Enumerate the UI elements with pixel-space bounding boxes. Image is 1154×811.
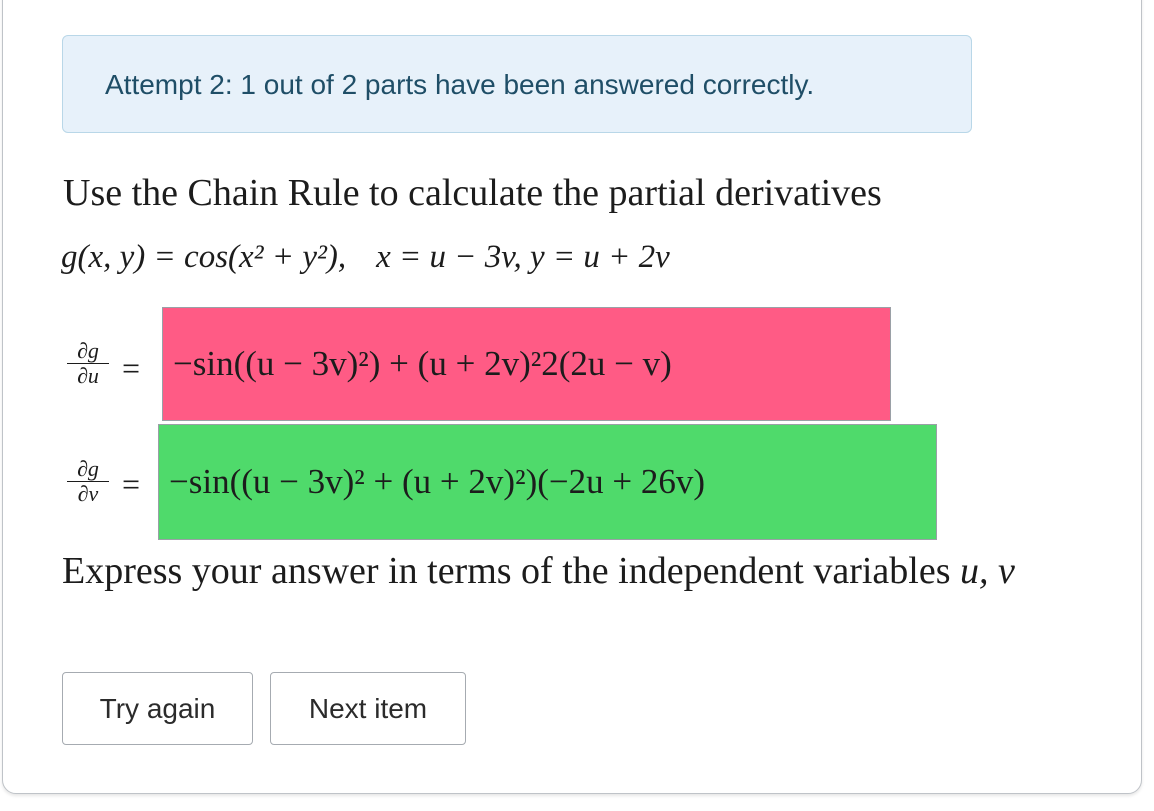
try-again-button[interactable]: Try again	[62, 672, 253, 745]
answer-input-dg-du[interactable]: −sin((u − 3v)²) + (u + 2v)²2(2u − v)	[162, 307, 891, 421]
instruction-variables: u, v	[960, 550, 1015, 592]
function-expression: g(x, y) = cos(x² + y²),	[61, 239, 347, 275]
attempt-status-alert: Attempt 2: 1 out of 2 parts have been an…	[62, 35, 972, 133]
next-item-button[interactable]: Next item	[270, 672, 466, 745]
equals-sign: =	[122, 350, 141, 386]
fraction-numerator: ∂g	[67, 458, 109, 482]
answer-value: −sin((u − 3v)² + (u + 2v)²)(−2u + 26v)	[169, 462, 706, 501]
partial-derivative-label-v: ∂g ∂v	[67, 458, 109, 505]
answer-value: −sin((u − 3v)²) + (u + 2v)²2(2u − v)	[173, 344, 672, 383]
answer-instruction: Express your answer in terms of the inde…	[62, 543, 1015, 599]
variable-substitution: x = u − 3v, y = u + 2v	[376, 239, 670, 275]
fraction-denominator: ∂u	[77, 363, 99, 388]
instruction-text: Express your answer in terms of the inde…	[62, 550, 951, 592]
function-definition: g(x, y) = cos(x² + y²), x = u − 3v, y = u…	[61, 232, 670, 282]
answer-input-dg-dv[interactable]: −sin((u − 3v)² + (u + 2v)²)(−2u + 26v)	[158, 424, 937, 540]
fraction-numerator: ∂g	[67, 340, 109, 364]
equals-sign: =	[122, 466, 141, 502]
partial-derivative-label-u: ∂g ∂u	[67, 340, 109, 387]
fraction-denominator: ∂v	[77, 481, 99, 506]
question-prompt: Use the Chain Rule to calculate the part…	[63, 172, 882, 214]
